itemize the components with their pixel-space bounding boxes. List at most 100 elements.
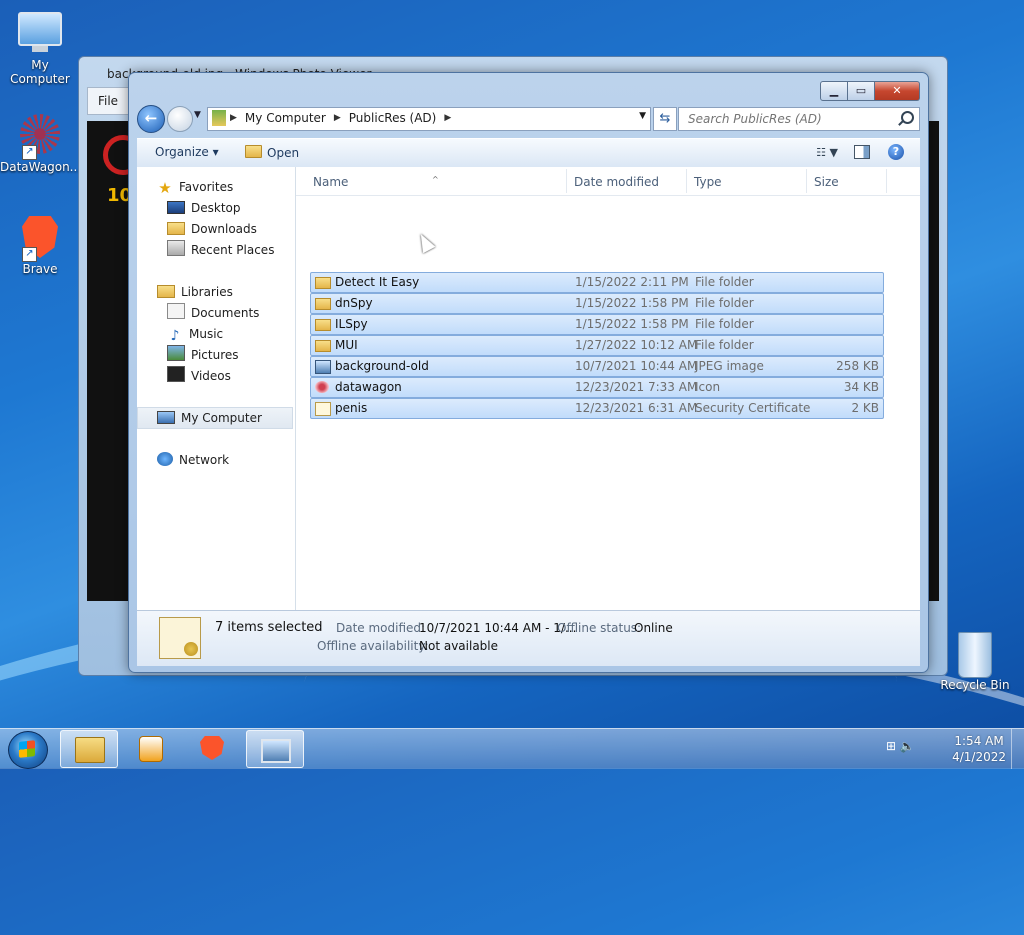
file-row[interactable]: Detect It Easy 1/15/2022 2:11 PM File fo…: [310, 272, 884, 293]
show-desktop-button[interactable]: [1011, 729, 1024, 769]
file-row[interactable]: dnSpy 1/15/2022 1:58 PM File folder: [310, 293, 884, 314]
address-bar[interactable]: ▶ My Computer ▶ PublicRes (AD) ▶ ▼: [207, 107, 651, 131]
file-row[interactable]: penis 12/23/2021 6:31 AM Security Certif…: [310, 398, 884, 419]
nav-pictures[interactable]: Pictures: [167, 345, 239, 365]
nav-label: Videos: [191, 369, 231, 383]
nav-my-computer[interactable]: My Computer: [137, 407, 293, 429]
brave-icon: [200, 736, 224, 760]
breadcrumb-arrow-icon[interactable]: ▶: [334, 113, 341, 123]
preview-pane-button[interactable]: [854, 145, 870, 159]
file-row[interactable]: MUI 1/27/2022 10:12 AM File folder: [310, 335, 884, 356]
nav-label: My Computer: [181, 411, 262, 425]
date-modified-label: Date modified:: [336, 621, 426, 635]
file-name: MUI: [335, 338, 358, 352]
open-folder-icon: [245, 145, 262, 158]
nav-label: Favorites: [179, 180, 234, 194]
clock[interactable]: 1:54 AM 4/1/2022: [952, 733, 1006, 765]
drive-icon: [212, 110, 226, 126]
file-date: 12/23/2021 7:33 AM: [575, 380, 698, 394]
nav-music[interactable]: ♪ Music: [167, 324, 224, 344]
network-icon: [157, 452, 173, 466]
computer-icon: [157, 411, 175, 424]
desktop-icon-label: My Computer: [10, 58, 70, 86]
file-type: File folder: [695, 296, 754, 310]
downloads-icon: [167, 222, 185, 235]
file-row[interactable]: ILSpy 1/15/2022 1:58 PM File folder: [310, 314, 884, 335]
column-header-type[interactable]: Type: [694, 175, 722, 189]
nav-favorites[interactable]: ★ Favorites: [157, 177, 233, 197]
clock-time: 1:54 AM: [954, 734, 1004, 748]
icon-file-icon: [315, 381, 329, 393]
file-name: datawagon: [335, 380, 402, 394]
taskbar-explorer-button[interactable]: [60, 730, 118, 768]
nav-videos[interactable]: Videos: [167, 366, 231, 386]
file-date: 1/27/2022 10:12 AM: [575, 338, 698, 352]
file-date: 1/15/2022 2:11 PM: [575, 275, 689, 289]
help-button[interactable]: ?: [888, 144, 904, 160]
desktop-icon-my-computer[interactable]: My Computer: [0, 8, 80, 86]
nav-network[interactable]: Network: [157, 450, 229, 470]
offline-availability-value: Not available: [419, 639, 499, 653]
explorer-icon: [75, 737, 105, 763]
taskbar: ⊞ 🔈 1:54 AM 4/1/2022: [0, 728, 1024, 769]
explorer-window[interactable]: ▁ ▭ ✕ ← ▼ ▶ My Computer ▶ PublicRes (AD)…: [128, 72, 929, 673]
recent-pages-dropdown[interactable]: ▼: [194, 110, 201, 120]
close-button[interactable]: ✕: [875, 81, 920, 101]
nav-label: Recent Places: [191, 243, 275, 257]
maximize-button[interactable]: ▭: [848, 81, 875, 101]
minimize-button[interactable]: ▁: [820, 81, 848, 101]
column-header-date[interactable]: Date modified: [574, 175, 659, 189]
desktop-icon-datawagon[interactable]: ↗ DataWagon...: [0, 114, 82, 174]
nav-label: Music: [189, 327, 224, 341]
taskbar-media-player-button[interactable]: [122, 730, 178, 766]
forward-button[interactable]: [167, 106, 193, 132]
photo-viewer-icon: [261, 739, 291, 763]
file-type: File folder: [695, 338, 754, 352]
navigation-bar: ← ▼ ▶ My Computer ▶ PublicRes (AD) ▶ ▼ ⇆: [137, 105, 920, 133]
change-view-button[interactable]: ☷ ▼: [816, 146, 838, 159]
breadcrumb-arrow-icon[interactable]: ▶: [230, 113, 237, 123]
taskbar-photo-viewer-button[interactable]: [246, 730, 304, 768]
start-button[interactable]: [8, 731, 48, 769]
file-size: 2 KB: [851, 401, 879, 415]
volume-icon[interactable]: 🔈: [900, 739, 915, 753]
nav-libraries[interactable]: Libraries: [157, 282, 233, 302]
search-box[interactable]: [678, 107, 920, 131]
desktop-icon-label: DataWagon...: [0, 160, 82, 174]
recycle-bin-icon: [953, 632, 997, 678]
file-row[interactable]: background-old 10/7/2021 10:44 AM JPEG i…: [310, 356, 884, 377]
nav-label: Desktop: [191, 201, 241, 215]
back-button[interactable]: ←: [137, 105, 165, 133]
open-button[interactable]: Open: [245, 145, 299, 160]
breadcrumb: ▶ My Computer ▶ PublicRes (AD) ▶: [230, 111, 451, 125]
nav-downloads[interactable]: Downloads: [167, 219, 257, 239]
column-header-name[interactable]: Name: [313, 175, 348, 189]
file-type: JPEG image: [695, 359, 764, 373]
nav-label: Pictures: [191, 348, 239, 362]
column-header-size[interactable]: Size: [814, 175, 839, 189]
breadcrumb-arrow-icon[interactable]: ▶: [444, 113, 451, 123]
search-input[interactable]: [686, 111, 890, 127]
nav-recent-places[interactable]: Recent Places: [167, 240, 274, 260]
desktop-icon-brave[interactable]: ↗ Brave: [0, 216, 80, 276]
address-dropdown-icon[interactable]: ▼: [639, 111, 646, 121]
file-date: 1/15/2022 1:58 PM: [575, 296, 689, 310]
folder-icon: [315, 298, 331, 310]
breadcrumb-my-computer[interactable]: My Computer: [245, 111, 326, 125]
recent-places-icon: [167, 240, 185, 256]
breadcrumb-publicres[interactable]: PublicRes (AD): [349, 111, 437, 125]
refresh-button[interactable]: ⇆: [653, 107, 677, 131]
organize-button[interactable]: Organize ▾: [155, 145, 219, 159]
nav-desktop[interactable]: Desktop: [167, 198, 241, 218]
star-icon: ★: [158, 179, 172, 197]
command-bar: Organize ▾ Open ☷ ▼ ?: [137, 138, 920, 168]
file-row[interactable]: datawagon 12/23/2021 7:33 AM Icon 34 KB: [310, 377, 884, 398]
search-icon[interactable]: [901, 111, 914, 124]
music-icon: ♪: [170, 328, 180, 344]
file-size: 258 KB: [836, 359, 879, 373]
photo-viewer-file-menu[interactable]: File: [87, 87, 129, 115]
back-arrow-icon: ←: [144, 109, 158, 127]
nav-documents[interactable]: Documents: [167, 303, 259, 323]
network-tray-icon[interactable]: ⊞: [886, 739, 896, 753]
taskbar-brave-button[interactable]: [184, 730, 240, 766]
